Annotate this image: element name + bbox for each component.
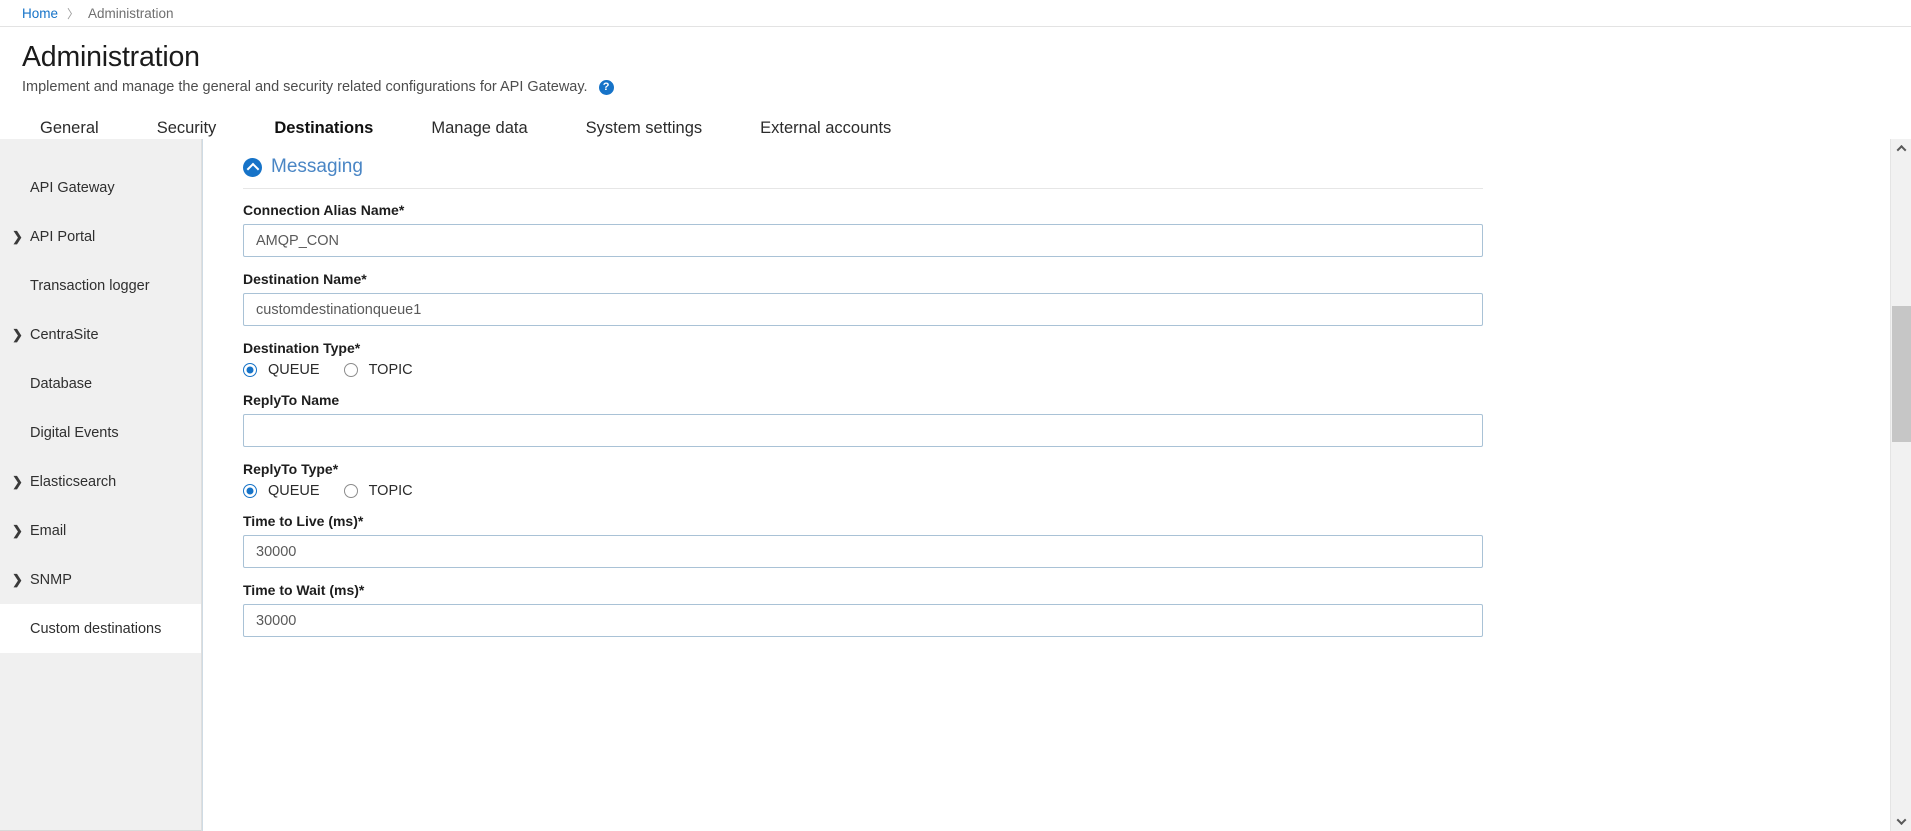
sidebar-item-custom-destinations[interactable]: ❯ Custom destinations — [0, 604, 201, 653]
sidebar-item-label: SNMP — [30, 571, 72, 588]
messaging-form: Messaging Connection Alias Name* Destina… — [203, 139, 1523, 637]
body-area: ❯ API Gateway ❯ API Portal ❯ Transaction… — [0, 139, 1911, 831]
content-area: Messaging Connection Alias Name* Destina… — [202, 139, 1911, 831]
breadcrumb-current: Administration — [88, 5, 174, 21]
sidebar-item-database[interactable]: ❯ Database — [0, 359, 201, 408]
breadcrumb-home-link[interactable]: Home — [22, 6, 58, 21]
chevron-right-icon[interactable]: ❯ — [12, 328, 29, 341]
page-title: Administration — [22, 41, 200, 73]
sidebar-item-label: API Gateway — [30, 179, 115, 196]
section-divider — [243, 188, 1483, 189]
scrollbar-thumb[interactable] — [1892, 306, 1911, 442]
sidebar: ❯ API Gateway ❯ API Portal ❯ Transaction… — [0, 139, 202, 831]
radio-label: QUEUE — [268, 483, 320, 499]
page-subtitle-row: Implement and manage the general and sec… — [22, 79, 1889, 95]
sidebar-item-digital-events[interactable]: ❯ Digital Events — [0, 408, 201, 457]
replyto-type-radio-group: QUEUE TOPIC — [243, 483, 1483, 499]
sidebar-item-api-gateway[interactable]: ❯ API Gateway — [0, 163, 201, 212]
sidebar-item-label: Elasticsearch — [30, 473, 117, 490]
field-label: Time to Live (ms)* — [243, 513, 364, 529]
sidebar-item-label: Custom destinations — [30, 620, 162, 637]
replyto-type-option-topic[interactable]: TOPIC — [343, 483, 413, 499]
field-label: ReplyTo Name — [243, 392, 340, 408]
radio-icon — [343, 363, 358, 377]
sidebar-item-label: API Portal — [30, 228, 96, 245]
field-label: ReplyTo Type* — [243, 461, 339, 477]
sidebar-item-transaction-logger[interactable]: ❯ Transaction logger — [0, 261, 201, 310]
replyto-type-option-queue[interactable]: QUEUE — [243, 483, 320, 499]
content-scroll-region: Messaging Connection Alias Name* Destina… — [202, 139, 1890, 831]
sidebar-item-label: Email — [30, 522, 67, 539]
chevron-down-icon — [1896, 815, 1907, 826]
sidebar-item-email[interactable]: ❯ Email — [0, 506, 201, 555]
scroll-up-button[interactable] — [1891, 139, 1911, 158]
field-destination-type: Destination Type* QUEUE TOPIC — [243, 340, 1483, 378]
sidebar-item-label: CentraSite — [30, 326, 99, 343]
page-subtitle: Implement and manage the general and sec… — [22, 79, 588, 95]
radio-icon — [243, 484, 257, 498]
circle-arrow-up-icon[interactable] — [243, 157, 262, 177]
help-icon[interactable]: ? — [598, 79, 614, 95]
radio-icon — [243, 363, 257, 377]
chevron-right-icon[interactable]: ❯ — [12, 475, 29, 488]
breadcrumb-separator: 〉 — [67, 6, 80, 21]
field-label: Time to Wait (ms)* — [243, 582, 365, 598]
field-time-to-wait: Time to Wait (ms)* — [243, 582, 1483, 637]
chevron-right-icon[interactable]: ❯ — [12, 230, 29, 243]
time-to-live-input[interactable] — [243, 535, 1483, 568]
field-label: Connection Alias Name* — [243, 202, 405, 218]
field-label: Destination Name* — [243, 271, 367, 287]
destination-type-option-queue[interactable]: QUEUE — [243, 362, 320, 378]
sidebar-item-label: Transaction logger — [30, 277, 150, 294]
field-destination-name: Destination Name* — [243, 271, 1483, 326]
chevron-up-icon — [1896, 144, 1907, 155]
field-replyto-name: ReplyTo Name — [243, 392, 1483, 447]
section-title: Messaging — [271, 156, 363, 177]
breadcrumb: Home 〉 Administration — [0, 0, 1911, 27]
radio-label: TOPIC — [368, 362, 413, 378]
scroll-down-button[interactable] — [1891, 812, 1911, 831]
sidebar-item-elasticsearch[interactable]: ❯ Elasticsearch — [0, 457, 201, 506]
field-label: Destination Type* — [243, 340, 361, 356]
time-to-wait-input[interactable] — [243, 604, 1483, 637]
destination-type-option-topic[interactable]: TOPIC — [343, 362, 413, 378]
sidebar-item-centrasite[interactable]: ❯ CentraSite — [0, 310, 201, 359]
chevron-right-icon[interactable]: ❯ — [12, 573, 29, 586]
destination-type-radio-group: QUEUE TOPIC — [243, 362, 1483, 378]
replyto-name-input[interactable] — [243, 414, 1483, 447]
sidebar-item-snmp[interactable]: ❯ SNMP — [0, 555, 201, 604]
section-header: Messaging — [243, 156, 1483, 188]
chevron-right-icon[interactable]: ❯ — [12, 524, 29, 537]
page-header: Administration Implement and manage the … — [0, 27, 1911, 153]
field-time-to-live: Time to Live (ms)* — [243, 513, 1483, 568]
sidebar-item-label: Digital Events — [30, 424, 119, 441]
radio-icon — [343, 484, 358, 498]
sidebar-item-label: Database — [30, 375, 93, 392]
radio-label: TOPIC — [368, 483, 413, 499]
field-connection-alias-name: Connection Alias Name* — [243, 202, 1483, 257]
connection-alias-name-input[interactable] — [243, 224, 1483, 257]
radio-label: QUEUE — [268, 362, 320, 378]
sidebar-item-api-portal[interactable]: ❯ API Portal — [0, 212, 201, 261]
vertical-scrollbar[interactable] — [1890, 139, 1911, 831]
destination-name-input[interactable] — [243, 293, 1483, 326]
field-replyto-type: ReplyTo Type* QUEUE TOPIC — [243, 461, 1483, 499]
